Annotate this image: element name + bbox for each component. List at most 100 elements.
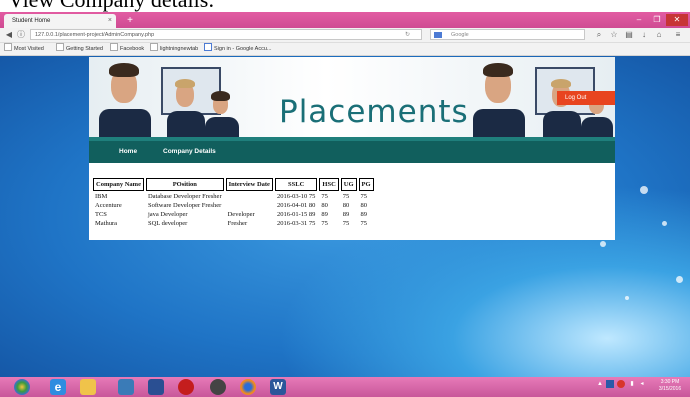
- bookmark-lightningnewtab[interactable]: lightningnewtab: [150, 43, 198, 55]
- bookmark-label: Facebook: [120, 46, 145, 52]
- bokeh-dot: [676, 276, 683, 283]
- table-cell: Accenture: [95, 201, 122, 209]
- banner-person-image: [97, 57, 153, 137]
- table-cell: 80: [321, 201, 328, 209]
- address-bar[interactable]: 127.0.0.1/placement-project/AdminCompany…: [30, 29, 422, 40]
- table-cell: 75: [360, 192, 368, 200]
- table-cell: java Developer: [147, 210, 188, 218]
- column-header: PG: [358, 178, 374, 191]
- company-table: Company Name POsition Interview Date SSL…: [91, 177, 376, 228]
- internet-explorer-icon[interactable]: e: [50, 379, 66, 395]
- search-engine-icon[interactable]: [434, 32, 442, 38]
- table-cell: 89: [321, 210, 328, 218]
- app-icon[interactable]: [148, 379, 164, 395]
- volume-icon[interactable]: ◂: [638, 380, 646, 388]
- bookmark-label: Getting Started: [66, 46, 103, 52]
- table-cell: 80: [342, 201, 350, 209]
- placements-site: Placements Log Out Home Company Details …: [89, 57, 615, 240]
- menu-company-details-link[interactable]: Company Details: [163, 148, 216, 155]
- table-cell: Mathura: [95, 219, 118, 227]
- word-icon[interactable]: W: [270, 379, 286, 395]
- reload-icon[interactable]: ↻: [405, 29, 410, 41]
- browser-tab[interactable]: Student Home ×: [4, 14, 116, 28]
- url-text: 127.0.0.1/placement-project/AdminCompany…: [35, 32, 155, 38]
- bokeh-dot: [625, 296, 629, 300]
- table-cell: 75: [360, 219, 368, 227]
- download-icon[interactable]: ↓: [638, 29, 650, 41]
- bookmark-icon: [150, 43, 158, 51]
- caption-strip: View Company details:: [0, 0, 690, 12]
- menu-icon[interactable]: ≡: [672, 29, 684, 41]
- bokeh-dot: [662, 221, 667, 226]
- media-player-icon[interactable]: [210, 379, 226, 395]
- banner-person-image: [539, 77, 583, 137]
- system-clock[interactable]: 3:30 PM 3/15/2016: [650, 379, 690, 393]
- reading-list-icon[interactable]: ▤: [623, 29, 635, 41]
- close-window-button[interactable]: ✕: [666, 14, 688, 26]
- search-icon[interactable]: ⌕: [593, 29, 605, 41]
- table-cell: TCS: [95, 210, 107, 218]
- bookmark-most-visited[interactable]: Most Visited: [4, 43, 44, 55]
- table-cell: [226, 201, 273, 209]
- table-cell: IBM: [95, 192, 108, 200]
- logout-button[interactable]: Log Out: [557, 91, 615, 105]
- table-cell: 75: [321, 219, 328, 227]
- table-cell: 2016-04-01 80: [276, 201, 316, 209]
- browser-tab-bar: Student Home × + – ❐ ✕: [0, 12, 690, 28]
- table-cell: 2016-01-15 89: [276, 210, 316, 218]
- search-box[interactable]: Google: [430, 29, 585, 40]
- table-cell: 75: [342, 192, 350, 200]
- table-cell: 89: [342, 210, 350, 218]
- banner-person-image: [471, 57, 527, 137]
- table-cell: Software Developer Fresher: [147, 201, 222, 209]
- table-cell: Database Developer Fresher: [147, 192, 222, 200]
- windows-taskbar: e W ▲ ▮ ◂ 3:30 PM 3/15/2016: [0, 377, 690, 397]
- firefox-icon[interactable]: [240, 379, 256, 395]
- column-header: HSC: [319, 178, 339, 191]
- tab-title: Student Home: [12, 18, 51, 24]
- column-header: SSLC: [274, 178, 318, 191]
- network-icon[interactable]: ▮: [628, 380, 636, 388]
- clock-time: 3:30 PM: [660, 379, 680, 385]
- table-cell: Fresher: [227, 219, 248, 227]
- site-menu-bar: Home Company Details: [89, 137, 615, 163]
- tray-security-icon[interactable]: [617, 380, 625, 388]
- bookmark-icon: [56, 43, 64, 51]
- home-icon[interactable]: ⌂: [653, 29, 665, 41]
- table-cell: 80: [360, 201, 368, 209]
- site-banner: Placements Log Out: [89, 57, 615, 137]
- column-header: POsition: [145, 178, 224, 191]
- new-tab-button[interactable]: +: [124, 16, 136, 26]
- bookmark-getting-started[interactable]: Getting Started: [56, 43, 103, 55]
- table-cell: [226, 192, 273, 200]
- media-center-icon[interactable]: [118, 379, 134, 395]
- search-placeholder: Google: [451, 32, 469, 38]
- tab-close-icon[interactable]: ×: [108, 14, 112, 28]
- tray-app-icon[interactable]: [606, 380, 614, 388]
- bokeh-dot: [640, 186, 648, 194]
- bookmark-label: lightningnewtab: [160, 46, 199, 52]
- start-menu-icon[interactable]: [14, 379, 30, 395]
- bookmark-google-signin[interactable]: Sign in - Google Accu...: [204, 43, 271, 55]
- table-cell: 75: [342, 219, 350, 227]
- site-info-icon[interactable]: ⓘ: [15, 29, 27, 41]
- bookmark-star-icon[interactable]: ☆: [608, 29, 620, 41]
- bookmark-facebook[interactable]: Facebook: [110, 43, 144, 55]
- file-explorer-icon[interactable]: [80, 379, 96, 395]
- opera-icon[interactable]: [178, 379, 194, 395]
- table-row: TCS java Developer Developer 2016-01-15 …: [93, 210, 374, 218]
- table-cell: 75: [321, 192, 328, 200]
- page-viewport: Placements Log Out Home Company Details …: [0, 56, 690, 377]
- bokeh-dot: [600, 241, 606, 247]
- table-row: Accenture Software Developer Fresher 201…: [93, 201, 374, 209]
- table-row: IBM Database Developer Fresher 2016-03-1…: [93, 192, 374, 200]
- menu-home-link[interactable]: Home: [119, 148, 137, 155]
- table-cell: 89: [360, 210, 368, 218]
- column-header: UG: [340, 178, 357, 191]
- maximize-button[interactable]: ❐: [648, 14, 666, 26]
- tray-up-arrow-icon[interactable]: ▲: [596, 380, 604, 388]
- back-icon[interactable]: ◀: [3, 29, 15, 41]
- site-brand: Placements: [279, 94, 469, 130]
- minimize-button[interactable]: –: [630, 14, 648, 26]
- column-header: Company Name: [93, 178, 144, 191]
